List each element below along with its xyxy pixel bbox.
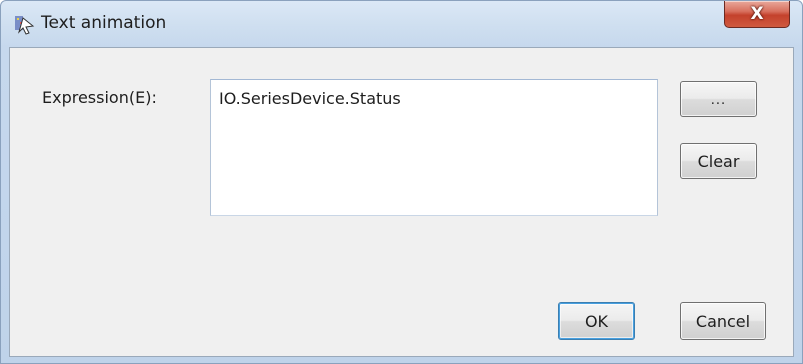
expression-value: IO.SeriesDevice.Status [219,89,401,108]
window-title: Text animation [41,13,167,33]
ok-button[interactable]: OK [558,302,635,340]
clear-button-label: Clear [697,151,740,171]
close-button[interactable]: X [724,1,790,28]
title-bar[interactable]: Text animation X [1,1,802,47]
expression-label: Expression(E): [42,88,157,107]
browse-button-label: ... [710,92,727,108]
cancel-button-label: Cancel [695,311,751,331]
dialog-body: Expression(E): IO.SeriesDevice.Status ..… [9,47,794,357]
close-icon: X [750,3,764,24]
dialog-window: Text animation X Expression(E): IO.Serie… [0,0,803,364]
browse-button[interactable]: ... [680,81,757,117]
cancel-button[interactable]: Cancel [680,302,766,340]
clear-button[interactable]: Clear [680,143,757,179]
text-animation-app-icon [15,16,35,35]
ok-button-label: OK [584,311,609,331]
expression-field[interactable]: IO.SeriesDevice.Status [210,79,658,216]
